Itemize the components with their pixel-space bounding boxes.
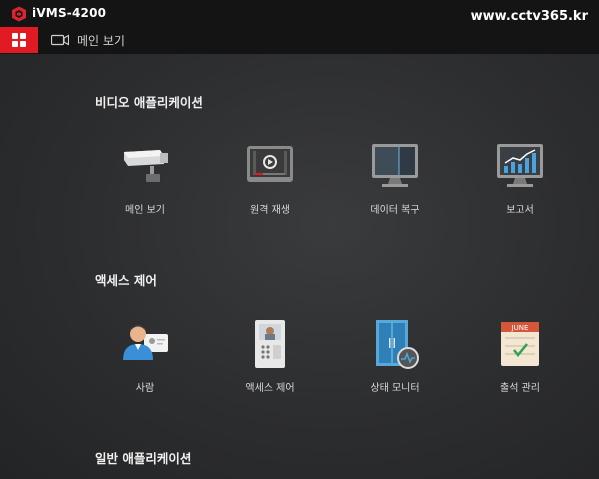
hikvision-logo-icon — [12, 6, 26, 22]
tile-label: 상태 모니터 — [370, 383, 420, 394]
person-card-icon — [123, 324, 168, 360]
section-title-video: 비디오 애플리케이션 — [95, 95, 203, 110]
app-title: iVMS-4200 — [32, 6, 107, 20]
calendar-icon: JUNE — [501, 322, 539, 366]
grid-icon — [12, 33, 26, 47]
tile-label: 출석 관리 — [500, 383, 540, 394]
tile-status-monitor[interactable]: 상태 모니터 — [340, 320, 450, 400]
tile-attendance[interactable]: JUNE 출석 관리 — [465, 320, 575, 400]
home-tab[interactable] — [0, 27, 38, 53]
tile-label: 액세스 제어 — [245, 383, 295, 394]
tile-label: 데이터 복구 — [370, 205, 420, 216]
tile-label: 원격 재생 — [250, 205, 290, 216]
tile-label: 메인 보기 — [125, 205, 165, 216]
section-title-access: 액세스 제어 — [95, 273, 157, 288]
tab-main-view-label: 메인 보기 — [77, 33, 125, 48]
tab-main-view[interactable]: 메인 보기 — [51, 27, 125, 53]
playback-monitor-icon — [247, 146, 293, 182]
cctv-camera-icon — [124, 150, 168, 182]
watermark-text: www.cctv365.kr — [470, 9, 588, 24]
tile-person[interactable]: 사람 — [90, 320, 200, 400]
door-status-icon — [376, 320, 419, 369]
door-station-icon — [255, 320, 285, 368]
tile-main-view[interactable]: 메인 보기 — [90, 142, 200, 222]
tile-label: 사람 — [135, 383, 155, 394]
tile-remote-playback[interactable]: 원격 재생 — [215, 142, 325, 222]
monitor-recovery-icon — [372, 144, 418, 187]
top-bar: iVMS-4200 www.cctv365.kr 메인 보기 — [0, 0, 599, 54]
report-chart-icon — [497, 144, 543, 187]
tile-report[interactable]: 보고서 — [465, 142, 575, 222]
calendar-month-label: JUNE — [511, 324, 529, 332]
tile-label: 보고서 — [506, 205, 534, 216]
tile-data-recovery[interactable]: 데이터 복구 — [340, 142, 450, 222]
tile-access-control[interactable]: 액세스 제어 — [215, 320, 325, 400]
camera-icon — [51, 34, 69, 46]
section-title-general: 일반 애플리케이션 — [95, 451, 192, 466]
home-panel: 비디오 애플리케이션 메인 보기 원격 재생 데이터 복구 보고서 액세스 제어… — [0, 54, 599, 479]
